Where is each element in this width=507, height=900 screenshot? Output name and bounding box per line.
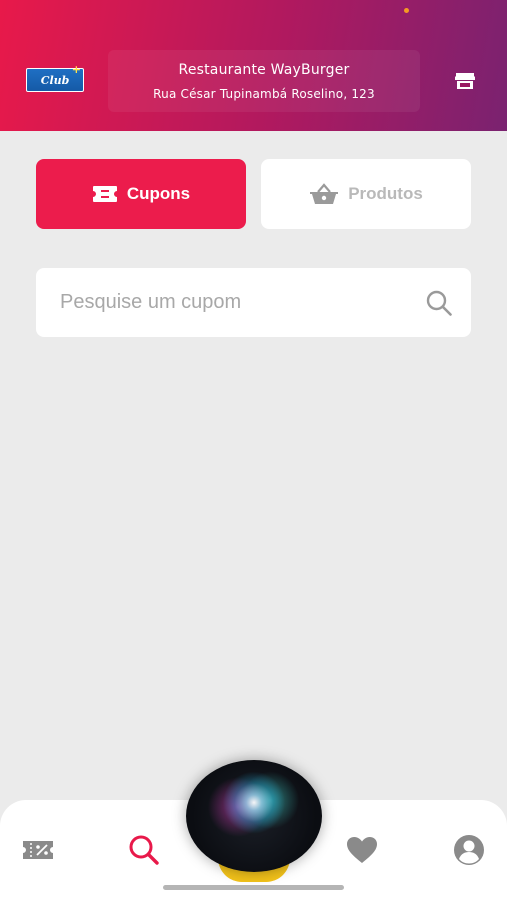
store-selector[interactable]: Restaurante WayBurger Rua César Tupinamb… <box>108 50 420 112</box>
ticket-icon <box>92 186 117 202</box>
tab-produtos[interactable]: Produtos <box>261 159 471 229</box>
nav-search[interactable] <box>127 835 161 865</box>
siri-orb[interactable] <box>186 760 322 872</box>
nav-coupons[interactable] <box>21 835 55 865</box>
nav-favorites[interactable] <box>345 835 379 865</box>
tab-cupons[interactable]: Cupons <box>36 159 246 229</box>
status-indicator-dot <box>404 8 409 13</box>
club-logo: Club + <box>26 63 84 92</box>
nav-profile[interactable] <box>452 835 486 865</box>
tab-cupons-label: Cupons <box>126 184 191 203</box>
heart-icon <box>347 837 377 863</box>
coupon-search-input[interactable] <box>60 268 410 337</box>
store-name: Restaurante WayBurger <box>178 61 350 78</box>
home-indicator[interactable] <box>163 885 344 890</box>
logo-plus: + <box>71 63 81 76</box>
logo-text: Club <box>40 73 70 87</box>
store-address: Rua César Tupinambá Roselino, 123 <box>153 86 375 101</box>
tab-produtos-label: Produtos <box>348 184 423 203</box>
profile-icon <box>454 835 484 865</box>
store-icon[interactable] <box>455 72 475 90</box>
app-header: Club + Restaurante WayBurger Rua César T… <box>0 0 507 131</box>
coupon-percent-icon <box>23 841 53 859</box>
basket-icon <box>310 183 339 204</box>
search-icon <box>129 835 159 865</box>
coupon-search-box <box>36 268 471 337</box>
search-icon[interactable] <box>426 290 452 316</box>
